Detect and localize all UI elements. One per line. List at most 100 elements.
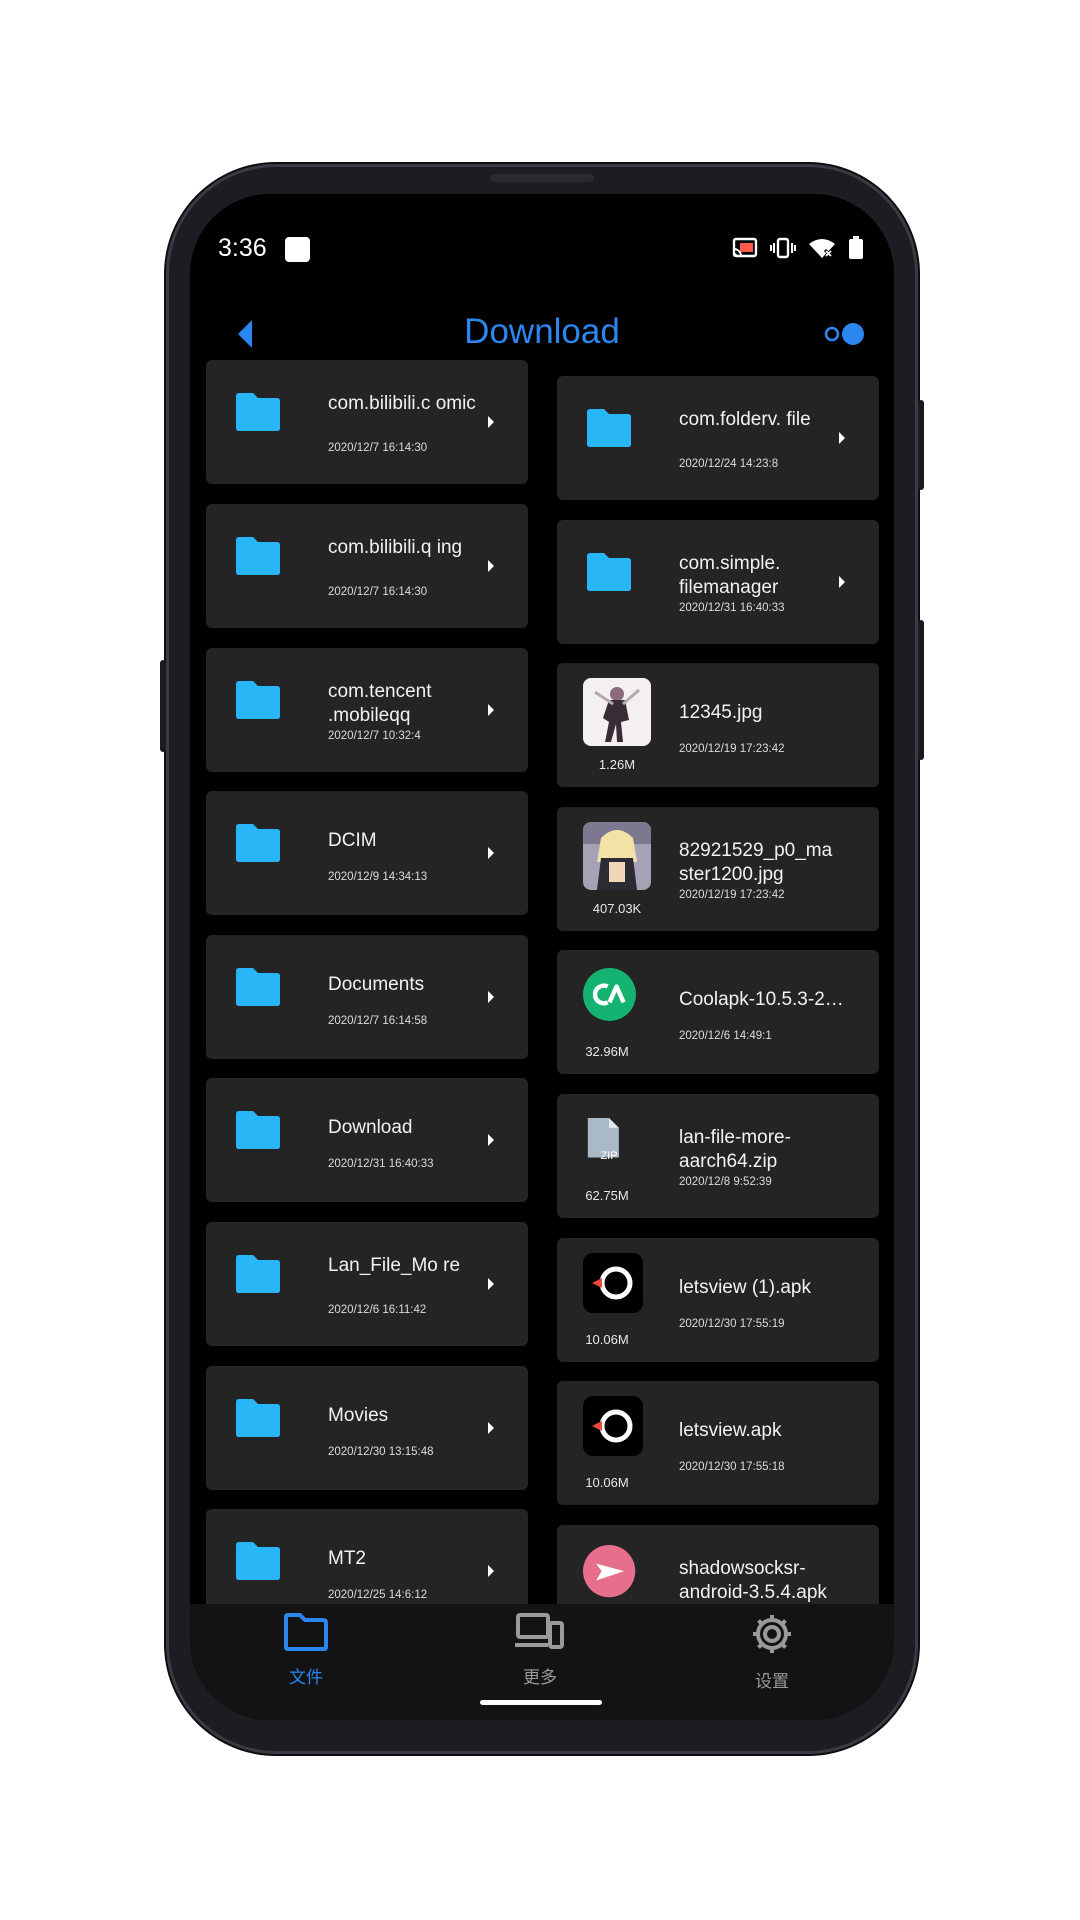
- phone-speaker: [490, 174, 594, 182]
- file-card[interactable]: 1.26M 12345.jpg 2020/12/19 17:23:42: [557, 663, 879, 787]
- battery-icon: [849, 236, 863, 259]
- folder-icon: [236, 968, 280, 1006]
- item-date: 2020/12/24 14:23:8: [679, 458, 779, 470]
- folder-card[interactable]: Movies 2020/12/30 13:15:48: [206, 1366, 528, 1490]
- chevron-right-icon: [839, 576, 845, 588]
- chevron-right-icon: [488, 560, 494, 572]
- item-name: com.simple. filemanager: [679, 553, 781, 598]
- nav-label: 更多: [523, 1668, 557, 1687]
- item-date: 2020/12/19 17:23:42: [679, 743, 785, 755]
- item-date: 2020/12/7 10:32:4: [328, 730, 421, 742]
- file-card[interactable]: 10.06M letsview.apk 2020/12/30 17:55:18: [557, 1381, 879, 1505]
- image-thumbnail: [583, 822, 651, 890]
- folder-icon: [236, 1399, 280, 1437]
- item-date: 2020/12/31 16:40:33: [679, 602, 785, 614]
- wifi-icon: [809, 239, 835, 259]
- notification-icon: [285, 237, 310, 262]
- item-date: 2020/12/30 13:15:48: [328, 1446, 434, 1458]
- file-size: 32.96M: [585, 1044, 629, 1059]
- item-date: 2020/12/9 14:34:13: [328, 871, 428, 883]
- item-date: 2020/12/6 14:49:1: [679, 1030, 772, 1042]
- chevron-right-icon: [488, 1278, 494, 1290]
- item-date: 2020/12/19 17:23:42: [679, 889, 785, 901]
- cast-icon: [732, 237, 758, 258]
- folder-card[interactable]: com.simple. filemanager 2020/12/31 16:40…: [557, 520, 879, 644]
- chevron-right-icon: [488, 416, 494, 428]
- file-card[interactable]: 10.06M letsview (1).apk 2020/12/30 17:55…: [557, 1238, 879, 1362]
- folder-card[interactable]: com.bilibili.c omic 2020/12/7 16:14:30: [206, 360, 528, 484]
- file-size: 10.06M: [585, 1332, 629, 1347]
- item-date: 2020/12/30 17:55:18: [679, 1461, 785, 1473]
- item-date: 2020/12/31 16:40:33: [328, 1158, 434, 1170]
- item-name: Lan_File_Mo re: [328, 1255, 461, 1276]
- image-thumbnail: [583, 678, 651, 746]
- phone-side-button: [918, 400, 924, 490]
- folder-icon: [236, 1255, 280, 1293]
- folder-icon: [284, 1613, 328, 1651]
- folder-icon: [236, 681, 280, 719]
- item-date: 2020/12/7 16:14:30: [328, 442, 428, 454]
- item-name: Documents: [328, 974, 425, 995]
- letsview-icon: [583, 1253, 643, 1313]
- chevron-right-icon: [488, 847, 494, 859]
- item-name: DCIM: [328, 830, 377, 851]
- file-card[interactable]: ZIP 62.75M lan-file-more- aarch64.zip 20…: [557, 1094, 879, 1218]
- item-name: com.folderv. file: [679, 409, 811, 430]
- status-time: 3:36: [218, 234, 267, 262]
- phone-side-button: [918, 620, 924, 760]
- item-name: com.tencent .mobileqq: [328, 681, 432, 726]
- folder-card[interactable]: DCIM 2020/12/9 14:34:13: [206, 791, 528, 915]
- folder-card[interactable]: com.folderv. file 2020/12/24 14:23:8: [557, 376, 879, 500]
- file-size: 62.75M: [585, 1188, 629, 1203]
- item-name: Movies: [328, 1405, 389, 1426]
- nav-item-files[interactable]: 文件: [246, 1612, 366, 1688]
- folder-icon: [236, 1111, 280, 1149]
- item-date: 2020/12/7 16:14:30: [328, 586, 428, 598]
- folder-icon: [236, 537, 280, 575]
- file-size: 407.03K: [592, 901, 642, 916]
- folder-card[interactable]: Documents 2020/12/7 16:14:58: [206, 935, 528, 1059]
- file-card[interactable]: 32.96M Coolapk-10.5.3-2… 2020/12/6 14:49…: [557, 950, 879, 1074]
- folder-icon: [236, 824, 280, 862]
- folder-card[interactable]: Download 2020/12/31 16:40:33: [206, 1078, 528, 1202]
- letsview-icon: [583, 1396, 643, 1456]
- item-name: Coolapk-10.5.3-2…: [679, 989, 844, 1010]
- home-indicator[interactable]: [480, 1700, 602, 1705]
- item-name: shadowsocksr- android-3.5.4.apk: [679, 1558, 827, 1603]
- chevron-right-icon: [488, 991, 494, 1003]
- folder-card[interactable]: Lan_File_Mo re 2020/12/6 16:11:42: [206, 1222, 528, 1346]
- nav-label: 设置: [755, 1672, 789, 1691]
- chevron-right-icon: [488, 1422, 494, 1434]
- item-name: lan-file-more- aarch64.zip: [679, 1127, 791, 1172]
- vibrate-icon: [770, 237, 796, 259]
- nav-item-settings[interactable]: 设置: [712, 1612, 832, 1692]
- item-name: Download: [328, 1117, 413, 1138]
- item-date: 2020/12/8 9:52:39: [679, 1176, 772, 1188]
- chevron-right-icon: [488, 1134, 494, 1146]
- item-date: 2020/12/7 16:14:58: [328, 1015, 428, 1027]
- chevron-right-icon: [839, 432, 845, 444]
- nav-label: 文件: [289, 1668, 323, 1687]
- folder-icon: [236, 1542, 280, 1580]
- folder-icon: [587, 409, 631, 447]
- page-title: Download: [464, 312, 620, 351]
- item-name: com.bilibili.c omic: [328, 393, 476, 414]
- phone-screen: 3:36 Download com.bilibili.c omic 2020/1…: [190, 194, 894, 1720]
- item-name: letsview (1).apk: [679, 1277, 811, 1298]
- item-date: 2020/12/6 16:11:42: [328, 1304, 427, 1316]
- chevron-right-icon: [488, 704, 494, 716]
- item-date: 2020/12/30 17:55:19: [679, 1318, 785, 1330]
- folder-card[interactable]: com.tencent .mobileqq 2020/12/7 10:32:4: [206, 648, 528, 772]
- item-name: 12345.jpg: [679, 702, 763, 723]
- item-date: 2020/12/25 14:6:12: [328, 1589, 428, 1601]
- folder-card[interactable]: com.bilibili.q ing 2020/12/7 16:14:30: [206, 504, 528, 628]
- gear-icon: [753, 1615, 791, 1653]
- view-toggle-button[interactable]: [824, 320, 868, 348]
- file-card[interactable]: 407.03K 82921529_p0_ma ster1200.jpg 2020…: [557, 807, 879, 931]
- phone-side-button: [160, 660, 166, 752]
- status-bar: 3:36: [190, 224, 894, 274]
- item-name: com.bilibili.q ing: [328, 537, 463, 558]
- devices-icon: [515, 1613, 564, 1649]
- nav-item-more[interactable]: 更多: [480, 1612, 600, 1688]
- item-name: MT2: [328, 1548, 366, 1569]
